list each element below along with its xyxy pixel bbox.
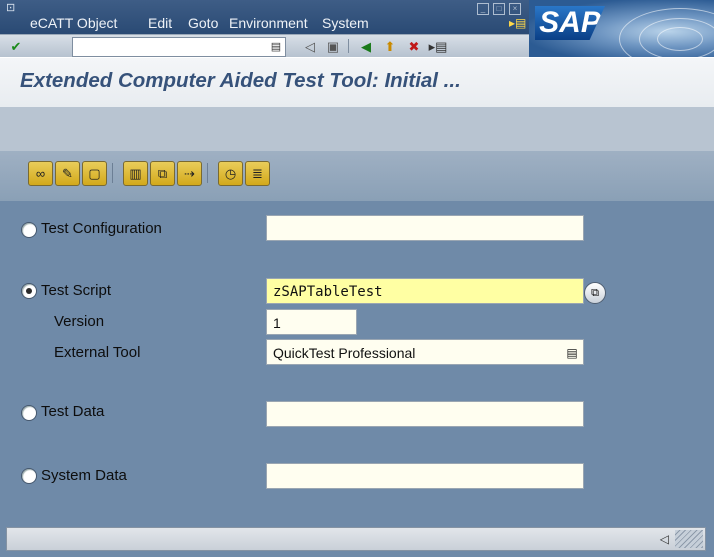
test-script-field[interactable]: zSAPTableTest (266, 278, 584, 304)
back-icon[interactable]: ◀ (356, 38, 376, 56)
radio-system-data[interactable] (21, 468, 37, 484)
title-bar: Extended Computer Aided Test Tool: Initi… (0, 57, 714, 108)
toolbar-separator (207, 163, 208, 183)
edit-pencil-icon[interactable]: ✎ (55, 161, 80, 186)
label-system-data: System Data (41, 467, 127, 484)
resize-grip-icon[interactable] (675, 530, 703, 548)
close-window-icon[interactable]: × (509, 3, 521, 15)
radio-test-data[interactable] (21, 405, 37, 421)
test-data-field[interactable] (266, 401, 584, 427)
status-expand-icon[interactable]: ◁ (660, 530, 669, 548)
delete-trash-icon[interactable]: ▥ (123, 161, 148, 186)
sap-logo-text: SAP (535, 6, 605, 40)
radio-test-script[interactable] (21, 283, 37, 299)
search-help-icon[interactable]: ⧉ (584, 282, 606, 304)
external-tool-select[interactable]: QuickTest Professional ▤ (266, 339, 584, 365)
toolbar-separator (348, 39, 349, 53)
toolbar-separator (112, 163, 113, 183)
rename-icon[interactable]: ⇢ (177, 161, 202, 186)
display-glasses-icon[interactable]: ∞ (28, 161, 53, 186)
menu-ecatt-object[interactable]: eCATT Object (30, 14, 117, 32)
page-title: Extended Computer Aided Test Tool: Initi… (20, 69, 461, 92)
standard-toolbar: ✔ ▤ ◁ ▣ ◀ ⬆ ✖ ▸▤ (0, 34, 529, 58)
label-test-configuration: Test Configuration (41, 220, 162, 237)
cancel-icon[interactable]: ✖ (404, 38, 424, 56)
enter-check-icon[interactable]: ✔ (6, 38, 26, 56)
test-configuration-field[interactable] (266, 215, 584, 241)
menu-system[interactable]: System (322, 14, 369, 32)
application-toolbar: ∞ ✎ ▢ ▥ ⧉ ⇢ ◷ ≣ (0, 107, 714, 201)
toolbar-overflow-icon[interactable]: ▸▤ (428, 38, 448, 56)
collapse-command-icon[interactable]: ◁ (300, 38, 320, 56)
label-test-data: Test Data (41, 403, 105, 420)
menu-goto[interactable]: Goto (188, 14, 218, 32)
radio-test-configuration[interactable] (21, 222, 37, 238)
menu-environment[interactable]: Environment (229, 14, 308, 32)
version-field[interactable]: 1 (266, 309, 357, 335)
maximize-icon[interactable]: □ (493, 3, 505, 15)
label-version: Version (54, 313, 105, 330)
create-document-icon[interactable]: ▢ (82, 161, 107, 186)
sap-logo: SAP (529, 0, 714, 57)
system-data-field[interactable] (266, 463, 584, 489)
menu-overflow-icon[interactable]: ▸▤ (509, 16, 526, 30)
command-history-dropdown-icon[interactable]: ▤ (269, 38, 283, 56)
menu-edit[interactable]: Edit (148, 14, 172, 32)
dropdown-icon[interactable]: ▤ (565, 340, 579, 366)
save-icon[interactable]: ▣ (323, 38, 343, 56)
minimize-icon[interactable]: _ (477, 3, 489, 15)
system-menu-icon[interactable]: ⊡ (6, 2, 18, 14)
label-external-tool: External Tool (54, 344, 141, 361)
log-scroll-icon[interactable]: ≣ (245, 161, 270, 186)
external-tool-value: QuickTest Professional (273, 345, 416, 361)
copy-icon[interactable]: ⧉ (150, 161, 175, 186)
label-test-script: Test Script (41, 282, 112, 299)
exit-icon[interactable]: ⬆ (380, 38, 400, 56)
execute-clock-icon[interactable]: ◷ (218, 161, 243, 186)
status-bar: ◁ (6, 527, 706, 551)
command-field[interactable]: ▤ (72, 37, 286, 57)
